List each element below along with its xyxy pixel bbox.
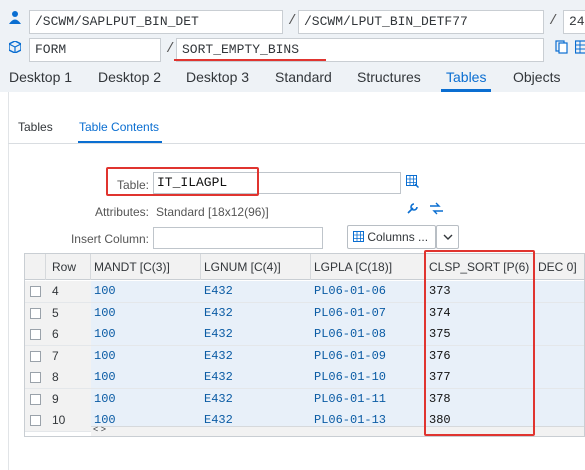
cell-lgnum[interactable]: E432 bbox=[201, 302, 311, 324]
row-select-cell[interactable] bbox=[25, 302, 46, 324]
include-field[interactable]: /SCWM/LPUT_BIN_DETF77 bbox=[298, 10, 544, 34]
cell-mandt[interactable]: 100 bbox=[91, 345, 201, 367]
header-mandt[interactable]: MANDT [C(3)] bbox=[91, 254, 201, 280]
cell-mandt[interactable]: 100 bbox=[91, 324, 201, 345]
table-icon[interactable] bbox=[406, 175, 420, 191]
header-row[interactable]: Row bbox=[46, 254, 91, 280]
cell-row[interactable]: 9 bbox=[46, 388, 91, 410]
columns-dropdown-button[interactable] bbox=[436, 225, 459, 249]
column-highlight-box bbox=[424, 250, 535, 436]
tab-standard[interactable]: Standard bbox=[275, 69, 332, 85]
cell-lgpla[interactable]: PL06-01-08 bbox=[311, 324, 426, 345]
columns-button-label: Columns ... bbox=[367, 230, 429, 244]
program-field[interactable]: /SCWM/SAPLPUT_BIN_DET bbox=[29, 10, 283, 34]
header-dec: DEC 0] bbox=[538, 260, 577, 274]
scroll-arrows[interactable]: < > bbox=[93, 424, 106, 434]
tab-desktop-3[interactable]: Desktop 3 bbox=[186, 69, 249, 85]
header-lgnum[interactable]: LGNUM [C(4)] bbox=[201, 254, 311, 280]
tab-desktop-1[interactable]: Desktop 1 bbox=[9, 69, 72, 85]
insert-column-label: Insert Column: bbox=[70, 232, 149, 246]
type-field[interactable]: FORM bbox=[29, 38, 161, 62]
row-checkbox[interactable] bbox=[30, 329, 41, 340]
cell-mandt[interactable]: 100 bbox=[91, 302, 201, 324]
cell-mandt[interactable]: 100 bbox=[91, 388, 201, 410]
cell-lgpla[interactable]: PL06-01-09 bbox=[311, 345, 426, 367]
cell-lgnum[interactable]: E432 bbox=[201, 324, 311, 345]
table-highlight-box bbox=[106, 167, 259, 196]
attributes-value: Standard [18x12(96)] bbox=[156, 205, 269, 219]
row-checkbox[interactable] bbox=[30, 286, 41, 297]
path-separator: / bbox=[549, 13, 558, 29]
columns-button[interactable]: Columns ... bbox=[347, 225, 436, 249]
select-all-column[interactable] bbox=[25, 254, 46, 280]
cell-row[interactable]: 7 bbox=[46, 345, 91, 367]
chevron-down-icon bbox=[443, 226, 453, 248]
row-select-cell[interactable] bbox=[25, 281, 46, 302]
cell-lgpla[interactable]: PL06-01-10 bbox=[311, 367, 426, 388]
row-select-cell[interactable] bbox=[25, 345, 46, 367]
row-select-cell[interactable] bbox=[25, 367, 46, 388]
cell-mandt[interactable]: 100 bbox=[91, 367, 201, 388]
cell-row[interactable]: 5 bbox=[46, 302, 91, 324]
header-lgpla[interactable]: LGPLA [C(18)] bbox=[311, 254, 426, 280]
copy-icon[interactable] bbox=[555, 40, 568, 57]
divider bbox=[8, 143, 585, 144]
cell-lgpla[interactable]: PL06-01-11 bbox=[311, 388, 426, 410]
grid-icon bbox=[353, 227, 364, 249]
user-icon bbox=[9, 10, 21, 27]
cell-lgpla[interactable]: PL06-01-07 bbox=[311, 302, 426, 324]
cell-lgnum[interactable]: E432 bbox=[201, 388, 311, 410]
line-field[interactable]: 24 bbox=[563, 10, 585, 34]
cell-row[interactable]: 10 bbox=[46, 410, 91, 431]
cell-lgnum[interactable]: E432 bbox=[201, 345, 311, 367]
row-checkbox[interactable] bbox=[30, 415, 41, 426]
tab-desktop-2[interactable]: Desktop 2 bbox=[98, 69, 161, 85]
insert-column-input[interactable] bbox=[153, 227, 323, 249]
cell-lgpla[interactable]: PL06-01-06 bbox=[311, 281, 426, 302]
name-highlight-underline bbox=[174, 59, 326, 61]
subtab-tables[interactable]: Tables bbox=[18, 120, 53, 134]
attributes-label: Attributes: bbox=[94, 205, 149, 219]
cell-row[interactable]: 6 bbox=[46, 324, 91, 345]
row-checkbox[interactable] bbox=[30, 393, 41, 405]
row-select-cell[interactable] bbox=[25, 388, 46, 410]
cell-row[interactable]: 4 bbox=[46, 281, 91, 302]
row-select-cell[interactable] bbox=[25, 324, 46, 345]
object-icon bbox=[8, 40, 22, 56]
tab-tables[interactable]: Tables bbox=[446, 69, 486, 85]
wrench-icon[interactable] bbox=[406, 202, 419, 218]
path-separator: / bbox=[166, 41, 175, 57]
path-separator: / bbox=[288, 13, 297, 29]
row-checkbox[interactable] bbox=[30, 372, 41, 383]
row-checkbox[interactable] bbox=[30, 350, 41, 362]
tab-structures[interactable]: Structures bbox=[357, 69, 421, 85]
subtab-table-contents[interactable]: Table Contents bbox=[79, 120, 159, 134]
cell-row[interactable]: 8 bbox=[46, 367, 91, 388]
grid-icon[interactable] bbox=[574, 40, 585, 57]
tab-objects[interactable]: Objects bbox=[513, 69, 560, 85]
row-select-cell[interactable] bbox=[25, 410, 46, 431]
cell-lgnum[interactable]: E432 bbox=[201, 367, 311, 388]
cell-lgnum[interactable]: E432 bbox=[201, 281, 311, 302]
row-checkbox[interactable] bbox=[30, 307, 41, 319]
convert-icon[interactable] bbox=[429, 202, 444, 218]
cell-mandt[interactable]: 100 bbox=[91, 281, 201, 302]
